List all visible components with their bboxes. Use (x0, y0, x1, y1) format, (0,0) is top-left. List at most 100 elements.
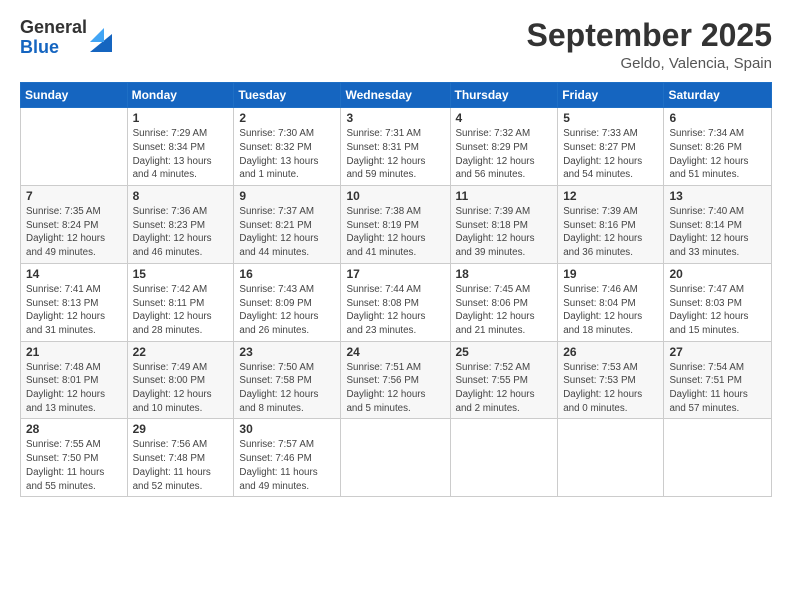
day-number: 13 (669, 189, 766, 203)
day-number: 18 (456, 267, 553, 281)
col-thursday: Thursday (450, 83, 558, 108)
calendar-week-row: 7 Sunrise: 7:35 AMSunset: 8:24 PMDaylight… (21, 186, 772, 264)
day-info: Sunrise: 7:29 AMSunset: 8:34 PMDaylight:… (133, 127, 229, 182)
calendar-week-row: 1 Sunrise: 7:29 AMSunset: 8:34 PMDaylight… (21, 108, 772, 186)
day-info: Sunrise: 7:36 AMSunset: 8:23 PMDaylight:… (133, 205, 229, 260)
day-number: 3 (346, 111, 444, 125)
day-info: Sunrise: 7:42 AMSunset: 8:11 PMDaylight:… (133, 283, 229, 338)
table-row: 14 Sunrise: 7:41 AMSunset: 8:13 PMDayligh… (21, 263, 128, 341)
table-row: 21 Sunrise: 7:48 AMSunset: 8:01 PMDayligh… (21, 341, 128, 419)
day-info: Sunrise: 7:35 AMSunset: 8:24 PMDaylight:… (26, 205, 122, 260)
day-number: 24 (346, 345, 444, 359)
logo-icon (90, 24, 112, 52)
day-number: 7 (26, 189, 122, 203)
day-number: 28 (26, 422, 122, 436)
table-row: 24 Sunrise: 7:51 AMSunset: 7:56 PMDayligh… (341, 341, 450, 419)
table-row: 9 Sunrise: 7:37 AMSunset: 8:21 PMDaylight… (234, 186, 341, 264)
day-info: Sunrise: 7:47 AMSunset: 8:03 PMDaylight:… (669, 283, 766, 338)
day-info: Sunrise: 7:40 AMSunset: 8:14 PMDaylight:… (669, 205, 766, 260)
day-number: 22 (133, 345, 229, 359)
table-row: 13 Sunrise: 7:40 AMSunset: 8:14 PMDayligh… (664, 186, 772, 264)
day-info: Sunrise: 7:34 AMSunset: 8:26 PMDaylight:… (669, 127, 766, 182)
table-row: 29Sunrise: 7:56 AMSunset: 7:48 PMDayligh… (127, 419, 234, 497)
day-number: 17 (346, 267, 444, 281)
table-row: 1 Sunrise: 7:29 AMSunset: 8:34 PMDaylight… (127, 108, 234, 186)
day-info: Sunrise: 7:57 AMSunset: 7:46 PMDaylight:… (239, 438, 335, 493)
table-row: 19 Sunrise: 7:46 AMSunset: 8:04 PMDayligh… (558, 263, 664, 341)
day-number: 30 (239, 422, 335, 436)
day-info: Sunrise: 7:43 AMSunset: 8:09 PMDaylight:… (239, 283, 335, 338)
logo-general: General (20, 18, 87, 38)
day-info: Sunrise: 7:51 AMSunset: 7:56 PMDaylight:… (346, 361, 444, 416)
month-title: September 2025 (527, 18, 772, 53)
day-info: Sunrise: 7:52 AMSunset: 7:55 PMDaylight:… (456, 361, 553, 416)
table-row: 27 Sunrise: 7:54 AMSunset: 7:51 PMDayligh… (664, 341, 772, 419)
col-tuesday: Tuesday (234, 83, 341, 108)
logo: General Blue (20, 18, 112, 58)
day-number: 16 (239, 267, 335, 281)
table-row: 2 Sunrise: 7:30 AMSunset: 8:32 PMDaylight… (234, 108, 341, 186)
day-info: Sunrise: 7:37 AMSunset: 8:21 PMDaylight:… (239, 205, 335, 260)
table-row: 18 Sunrise: 7:45 AMSunset: 8:06 PMDayligh… (450, 263, 558, 341)
table-row: 7 Sunrise: 7:35 AMSunset: 8:24 PMDaylight… (21, 186, 128, 264)
day-info: Sunrise: 7:46 AMSunset: 8:04 PMDaylight:… (563, 283, 658, 338)
header: General Blue September 2025 Geldo, Valen… (20, 18, 772, 72)
day-info: Sunrise: 7:33 AMSunset: 8:27 PMDaylight:… (563, 127, 658, 182)
day-number: 14 (26, 267, 122, 281)
calendar-table: Sunday Monday Tuesday Wednesday Thursday… (20, 82, 772, 497)
table-row (664, 419, 772, 497)
day-number: 11 (456, 189, 553, 203)
table-row: 3Sunrise: 7:31 AMSunset: 8:31 PMDaylight… (341, 108, 450, 186)
table-row (341, 419, 450, 497)
day-number: 5 (563, 111, 658, 125)
table-row: 5 Sunrise: 7:33 AMSunset: 8:27 PMDaylight… (558, 108, 664, 186)
logo-blue: Blue (20, 38, 87, 58)
day-info: Sunrise: 7:32 AMSunset: 8:29 PMDaylight:… (456, 127, 553, 182)
table-row: 6 Sunrise: 7:34 AMSunset: 8:26 PMDaylight… (664, 108, 772, 186)
day-number: 12 (563, 189, 658, 203)
col-wednesday: Wednesday (341, 83, 450, 108)
table-row: 11 Sunrise: 7:39 AMSunset: 8:18 PMDayligh… (450, 186, 558, 264)
day-number: 29 (133, 422, 229, 436)
table-row: 4 Sunrise: 7:32 AMSunset: 8:29 PMDaylight… (450, 108, 558, 186)
day-info: Sunrise: 7:39 AMSunset: 8:16 PMDaylight:… (563, 205, 658, 260)
day-info: Sunrise: 7:30 AMSunset: 8:32 PMDaylight:… (239, 127, 335, 182)
day-number: 1 (133, 111, 229, 125)
calendar-week-row: 28Sunrise: 7:55 AMSunset: 7:50 PMDayligh… (21, 419, 772, 497)
day-number: 20 (669, 267, 766, 281)
table-row: 23 Sunrise: 7:50 AMSunset: 7:58 PMDayligh… (234, 341, 341, 419)
day-number: 26 (563, 345, 658, 359)
day-number: 9 (239, 189, 335, 203)
location: Geldo, Valencia, Spain (527, 55, 772, 72)
day-info: Sunrise: 7:54 AMSunset: 7:51 PMDaylight:… (669, 361, 766, 416)
day-number: 25 (456, 345, 553, 359)
day-number: 27 (669, 345, 766, 359)
col-sunday: Sunday (21, 83, 128, 108)
day-info: Sunrise: 7:39 AMSunset: 8:18 PMDaylight:… (456, 205, 553, 260)
day-info: Sunrise: 7:38 AMSunset: 8:19 PMDaylight:… (346, 205, 444, 260)
day-info: Sunrise: 7:41 AMSunset: 8:13 PMDaylight:… (26, 283, 122, 338)
day-info: Sunrise: 7:53 AMSunset: 7:53 PMDaylight:… (563, 361, 658, 416)
page: General Blue September 2025 Geldo, Valen… (0, 0, 792, 612)
table-row (558, 419, 664, 497)
day-number: 4 (456, 111, 553, 125)
table-row: 30 Sunrise: 7:57 AMSunset: 7:46 PMDayligh… (234, 419, 341, 497)
day-number: 23 (239, 345, 335, 359)
day-number: 19 (563, 267, 658, 281)
col-friday: Friday (558, 83, 664, 108)
day-info: Sunrise: 7:49 AMSunset: 8:00 PMDaylight:… (133, 361, 229, 416)
day-info: Sunrise: 7:45 AMSunset: 8:06 PMDaylight:… (456, 283, 553, 338)
day-info: Sunrise: 7:50 AMSunset: 7:58 PMDaylight:… (239, 361, 335, 416)
day-number: 2 (239, 111, 335, 125)
table-row: 10 Sunrise: 7:38 AMSunset: 8:19 PMDayligh… (341, 186, 450, 264)
table-row (450, 419, 558, 497)
table-row: 8 Sunrise: 7:36 AMSunset: 8:23 PMDaylight… (127, 186, 234, 264)
day-number: 21 (26, 345, 122, 359)
logo-text: General Blue (20, 18, 87, 58)
table-row: 28Sunrise: 7:55 AMSunset: 7:50 PMDayligh… (21, 419, 128, 497)
day-number: 10 (346, 189, 444, 203)
table-row: 26 Sunrise: 7:53 AMSunset: 7:53 PMDayligh… (558, 341, 664, 419)
day-number: 8 (133, 189, 229, 203)
day-info: Sunrise: 7:48 AMSunset: 8:01 PMDaylight:… (26, 361, 122, 416)
day-number: 6 (669, 111, 766, 125)
